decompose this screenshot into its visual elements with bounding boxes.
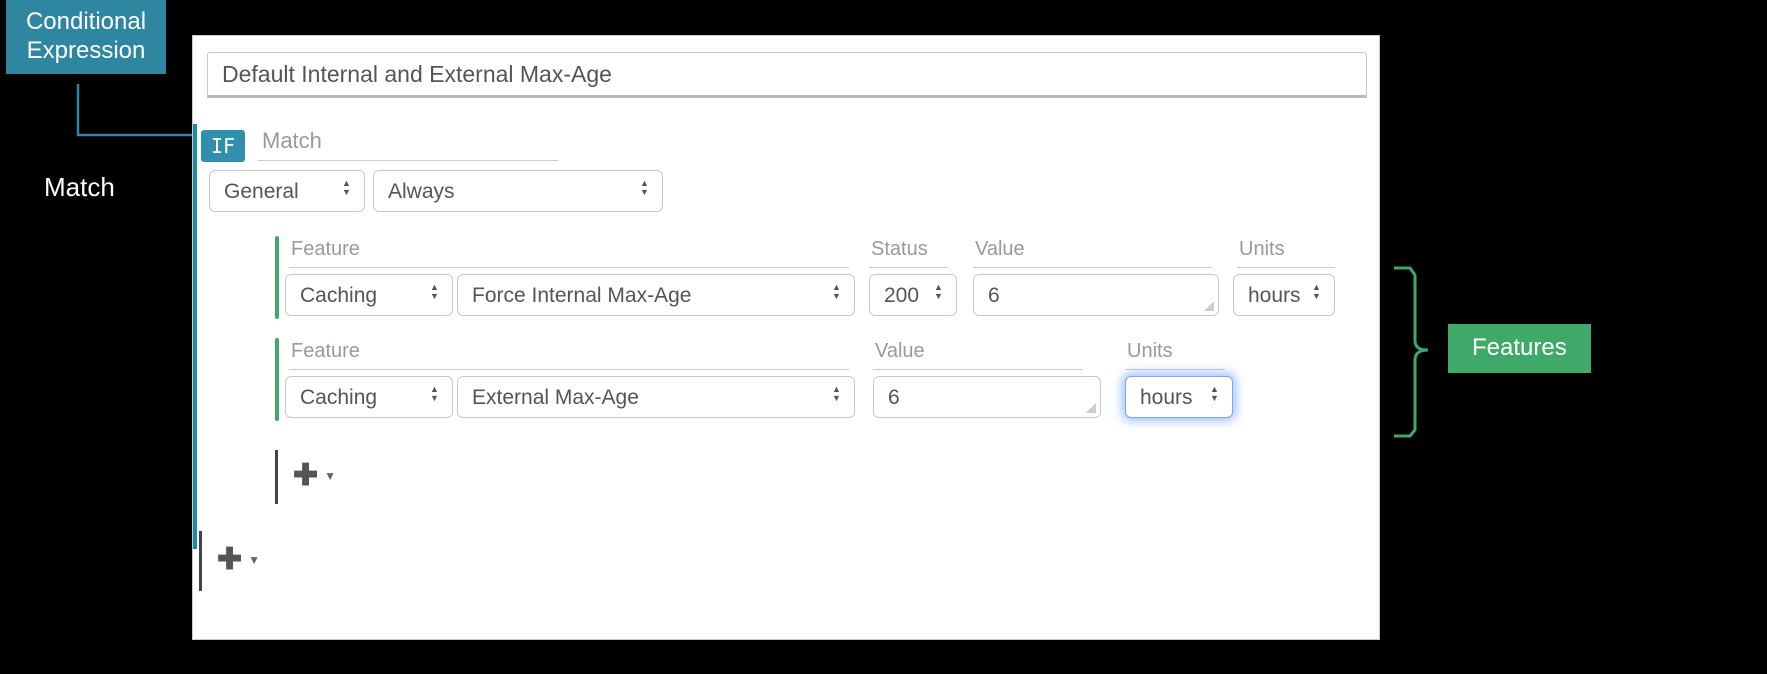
units-col-label: Units xyxy=(1125,338,1225,370)
conditional-indicator-bar xyxy=(193,124,197,549)
annotation-line1: Conditional xyxy=(20,8,152,37)
feature2-name-value: External Max-Age xyxy=(472,386,639,409)
feature-col-label: Feature xyxy=(289,338,849,370)
feature1-category-value: Caching xyxy=(300,284,377,307)
match-header-label: Match xyxy=(258,124,558,161)
stepper-icon xyxy=(934,283,948,307)
stepper-icon xyxy=(430,385,444,409)
plus-icon: ✚ xyxy=(217,542,242,577)
stepper-icon xyxy=(832,385,846,409)
feature1-units-select[interactable]: hours xyxy=(1233,274,1335,316)
plus-icon: ✚ xyxy=(293,458,318,493)
match-condition-select[interactable]: Always xyxy=(373,170,663,212)
caret-down-icon: ▼ xyxy=(248,553,260,567)
annotation-match: Match xyxy=(44,172,115,203)
feature1-status-value: 200 xyxy=(884,284,919,307)
stepper-icon xyxy=(1210,385,1224,409)
feature2-units-select[interactable]: hours xyxy=(1125,376,1233,418)
feature-col-label: Feature xyxy=(289,236,849,268)
if-badge: IF xyxy=(201,130,245,162)
feature2-category-value: Caching xyxy=(300,386,377,409)
rule-title-input[interactable] xyxy=(207,52,1367,98)
feature1-category-select[interactable]: Caching xyxy=(285,274,453,316)
feature2-name-select[interactable]: External Max-Age xyxy=(457,376,855,418)
units-col-label: Units xyxy=(1237,236,1335,268)
caret-down-icon: ▼ xyxy=(324,469,336,483)
add-indicator-bar xyxy=(199,531,202,591)
stepper-icon xyxy=(342,179,356,203)
stepper-icon xyxy=(640,179,654,203)
feature1-name-value: Force Internal Max-Age xyxy=(472,284,691,307)
feature1-name-select[interactable]: Force Internal Max-Age xyxy=(457,274,855,316)
status-col-label: Status xyxy=(869,236,949,268)
feature-indicator-bar xyxy=(275,236,279,319)
match-category-value: General xyxy=(224,180,299,203)
feature1-value-text: 6 xyxy=(988,284,1000,307)
add-match-button[interactable]: ✚ ▼ xyxy=(217,542,260,577)
feature2-value-text: 6 xyxy=(888,386,900,409)
add-feature-button[interactable]: ✚ ▼ xyxy=(293,458,336,493)
feature1-status-select[interactable]: 200 xyxy=(869,274,957,316)
match-condition-value: Always xyxy=(388,180,455,203)
feature2-category-select[interactable]: Caching xyxy=(285,376,453,418)
feature-indicator-bar xyxy=(275,338,279,421)
feature1-units-value: hours xyxy=(1248,284,1301,307)
stepper-icon xyxy=(430,283,444,307)
value-col-label: Value xyxy=(973,236,1213,268)
annotation-conditional-expression: Conditional Expression xyxy=(6,0,166,74)
rule-editor-panel: IF Match General Always Feature Status V… xyxy=(192,35,1380,640)
match-category-select[interactable]: General xyxy=(209,170,365,212)
feature2-value-input[interactable]: 6 xyxy=(873,376,1101,418)
add-indicator-bar xyxy=(275,450,278,504)
annotation-features: Features xyxy=(1448,324,1591,373)
value-col-label: Value xyxy=(873,338,1083,370)
feature1-value-input[interactable]: 6 xyxy=(973,274,1219,316)
annotation-line2: Expression xyxy=(20,37,152,66)
stepper-icon xyxy=(832,283,846,307)
feature2-units-value: hours xyxy=(1140,386,1193,409)
stepper-icon xyxy=(1312,283,1326,307)
